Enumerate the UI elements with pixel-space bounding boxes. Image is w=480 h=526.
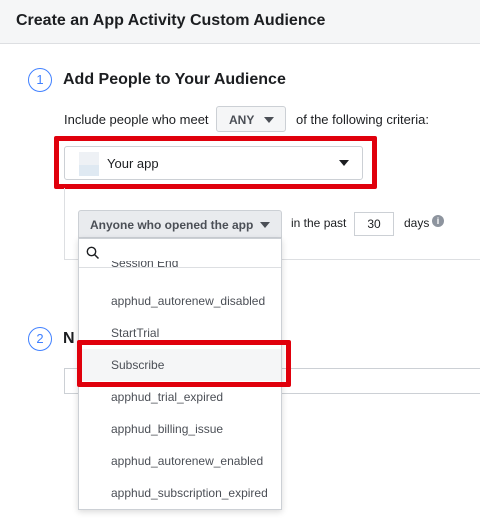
search-icon [86, 246, 100, 260]
dropdown-item-partial[interactable]: Session End [111, 261, 178, 270]
highlight-box-app-select [54, 136, 377, 189]
event-type-dropdown[interactable]: Anyone who opened the app [78, 210, 282, 238]
chevron-down-icon [260, 222, 270, 228]
dialog-title: Create an App Activity Custom Audience [16, 12, 326, 29]
dialog-header: Create an App Activity Custom Audience [0, 0, 480, 44]
step-2-title: N [63, 330, 75, 347]
event-type-value: Anyone who opened the app [90, 218, 254, 232]
step-1-indicator: 1 [28, 68, 52, 92]
info-icon[interactable]: i [432, 215, 444, 227]
dropdown-item[interactable]: apphud_autorenew_enabled [79, 445, 281, 477]
days-label: days [404, 216, 430, 230]
days-input[interactable]: 30 [354, 212, 394, 236]
dropdown-item[interactable]: apphud_subscription_expired [79, 477, 281, 509]
match-type-value: ANY [229, 113, 255, 127]
match-type-dropdown[interactable]: ANY [216, 106, 286, 132]
chevron-down-icon [264, 117, 274, 123]
step-2-indicator: 2 [28, 327, 52, 351]
step-1-title: Add People to Your Audience [63, 71, 286, 88]
dropdown-item[interactable]: apphud_billing_issue [79, 413, 281, 445]
include-suffix-label: of the following criteria: [296, 112, 429, 127]
include-prefix-label: Include people who meet [64, 112, 209, 127]
in-the-past-label: in the past [291, 216, 347, 230]
highlight-box-subscribe [77, 340, 291, 387]
dropdown-item[interactable]: apphud_autorenew_disabled [79, 285, 281, 317]
dropdown-search-input[interactable] [79, 239, 281, 268]
